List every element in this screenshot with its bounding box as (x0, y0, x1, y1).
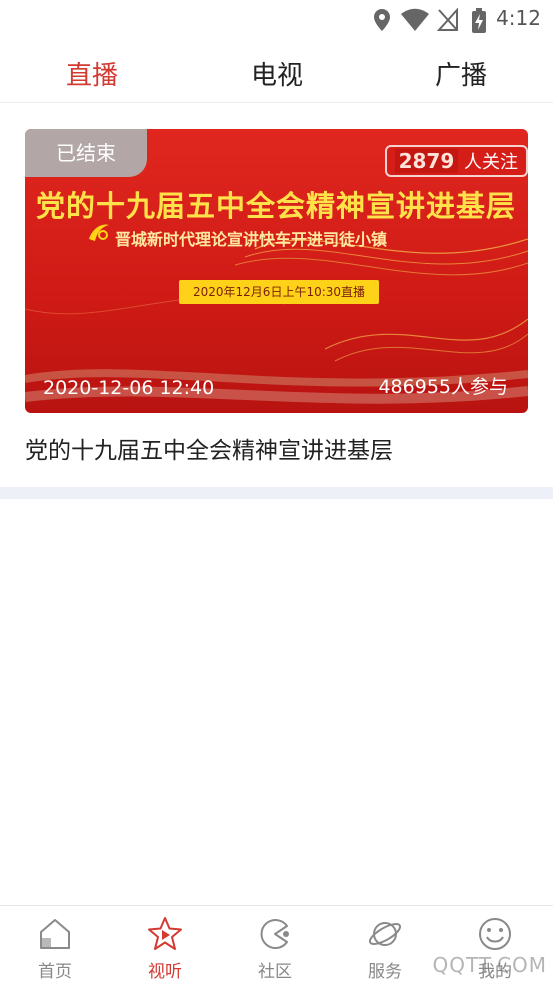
status-tag-ended: 已结束 (25, 129, 147, 177)
nav-label-community: 社区 (258, 962, 292, 982)
live-card-title[interactable]: 党的十九届五中全会精神宣讲进基层 (25, 431, 393, 465)
card-participants: 486955人参与 (378, 376, 508, 398)
home-icon (40, 919, 70, 949)
nav-label-media: 视听 (148, 962, 182, 982)
banner-subtitle: 晋城新时代理论宣讲快车开进司徒小镇 (115, 230, 388, 249)
nav-label-home: 首页 (38, 962, 72, 982)
watermark: QQTT.COM (432, 953, 547, 977)
play-star-icon (148, 917, 182, 950)
wifi-icon (401, 8, 429, 31)
status-bar: 4:12 (0, 0, 553, 40)
nav-item-home[interactable]: 首页 (0, 906, 110, 984)
live-card-thumbnail[interactable]: 已结束 2879 人关注 党的十九届五中全会精神宣讲进基层 晋城新时代理论宣讲快… (25, 129, 528, 413)
planet-icon (368, 922, 402, 946)
tab-live[interactable]: 直播 (32, 55, 152, 92)
location-icon (374, 9, 390, 31)
nav-item-media[interactable]: 视听 (110, 906, 220, 984)
battery-charging-icon (472, 8, 486, 33)
banner-title: 党的十九届五中全会精神宣讲进基层 (35, 189, 516, 223)
no-signal-icon (437, 8, 458, 31)
tab-tv[interactable]: 电视 (217, 55, 337, 92)
nav-item-service[interactable]: 服务 (330, 906, 440, 984)
banner-date: 2020年12月6日上午10:30直播 (179, 280, 380, 304)
community-icon (260, 919, 289, 949)
smiley-icon (479, 918, 511, 950)
tab-radio[interactable]: 广播 (401, 55, 521, 92)
banner-logo-icon (89, 224, 109, 241)
follow-count-badge: 2879 人关注 (384, 145, 528, 177)
nav-label-service: 服务 (368, 962, 402, 982)
card-time: 2020-12-06 12:40 (43, 377, 215, 399)
nav-item-community[interactable]: 社区 (220, 906, 330, 984)
follow-count: 2879 (394, 149, 459, 173)
section-divider (0, 487, 553, 499)
status-time: 4:12 (496, 6, 541, 30)
follow-label: 人关注 (464, 152, 518, 173)
top-tabs: 直播 电视 广播 (0, 40, 553, 103)
